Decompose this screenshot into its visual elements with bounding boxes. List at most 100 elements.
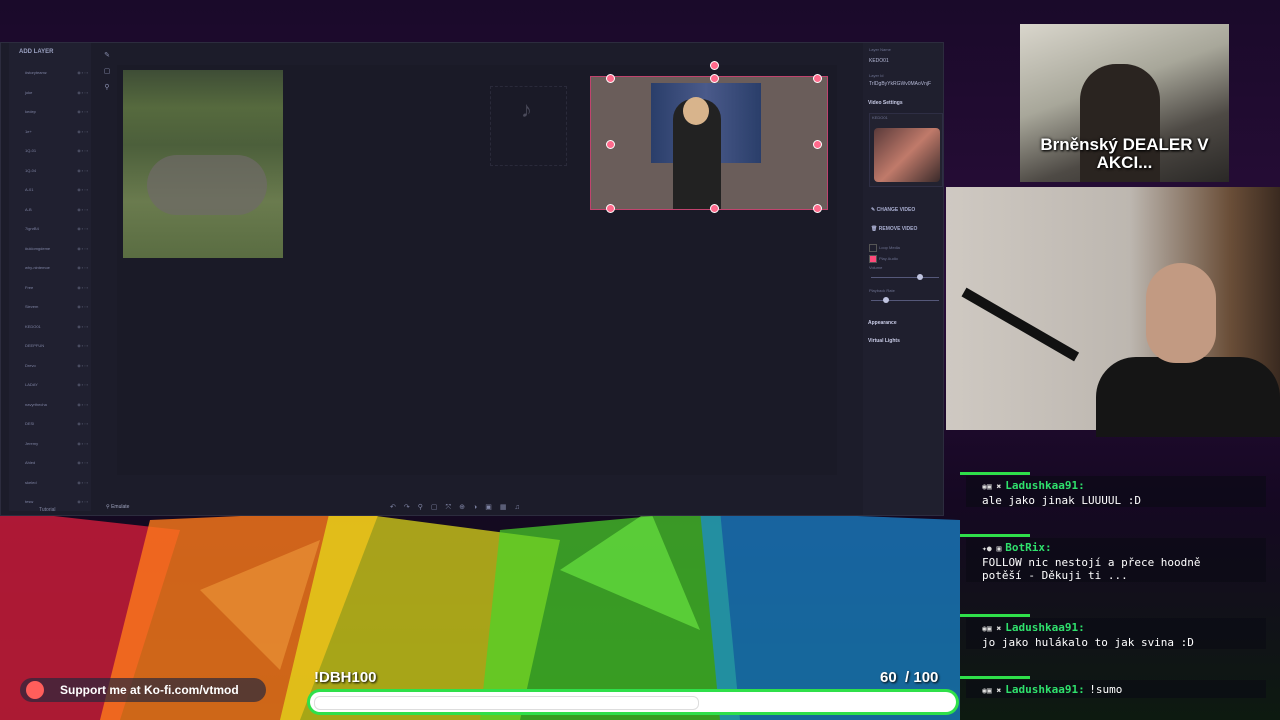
layer-action-icons[interactable]: ◉▪▫▪ — [77, 343, 89, 348]
selected-video-layer[interactable] — [590, 76, 828, 210]
grid-icon[interactable]: ▦ — [500, 504, 515, 511]
layer-action-icons[interactable]: ◉▪▫▪ — [77, 265, 89, 270]
play-audio-checkbox[interactable] — [869, 255, 877, 263]
layer-action-icons[interactable]: ◉▪▫▪ — [77, 480, 89, 485]
audio-layer[interactable]: ♪ — [490, 86, 567, 166]
layer-row[interactable]: Free ◉▪▫▪ — [17, 282, 95, 294]
layer-action-icons[interactable]: ◉▪▫▪ — [77, 285, 89, 290]
zoom-icon[interactable]: ⚲ — [418, 504, 431, 511]
layer-name: 1Q-04 — [25, 167, 37, 173]
playback-rate-slider[interactable] — [871, 297, 939, 303]
layer-row[interactable]: LADAY ◉▪▫▪ — [17, 379, 95, 391]
layer-row[interactable]: tesw ◉▪▫▪ — [17, 496, 95, 508]
layer-action-icons[interactable]: ◉▪▫▪ — [77, 148, 89, 153]
contrast-icon[interactable]: ◑ — [473, 504, 485, 511]
resize-handle-br[interactable] — [813, 204, 822, 213]
layer-row[interactable]: A-B ◉▪▫▪ — [17, 204, 95, 216]
layer-row[interactable]: joke ◉▪▫▪ — [17, 87, 95, 99]
layer-row[interactable]: skeled ◉▪▫▪ — [17, 477, 95, 489]
resize-handle-t[interactable] — [710, 74, 719, 83]
pen-icon[interactable]: ✎ — [101, 51, 113, 63]
resize-handle-r[interactable] — [813, 140, 822, 149]
layer-action-icons[interactable]: ◉▪▫▪ — [77, 499, 89, 504]
layer-action-icons[interactable]: ◉▪▫▪ — [77, 109, 89, 114]
goal-total: / 100 — [905, 669, 939, 686]
donkey-image-layer[interactable] — [123, 70, 283, 258]
layer-name: 7ignrB4 — [25, 226, 39, 231]
volume-knob[interactable] — [917, 274, 923, 280]
tutorial-link[interactable]: Tutorial — [39, 507, 56, 513]
layer-row[interactable]: Jeremy ◉▪▫▪ — [17, 438, 95, 450]
resize-handle-b[interactable] — [710, 204, 719, 213]
loop-media-label: Loop Media — [879, 245, 900, 250]
message-accent — [960, 614, 1030, 617]
resize-handle-l[interactable] — [606, 140, 615, 149]
microphone-arm — [961, 287, 1080, 362]
layer-row[interactable]: 1Q-04 ◉▪▫▪ — [17, 165, 95, 177]
volume-icon[interactable]: ♫ — [514, 504, 527, 511]
canvas-bottom-toolbar: ↶↷⚲▢⤧⊕◑▣▦♫ — [390, 503, 528, 512]
redo-icon[interactable]: ↷ — [404, 504, 418, 511]
emulate-button[interactable]: ⚲ Emulate — [106, 504, 129, 510]
volume-slider[interactable] — [871, 274, 939, 280]
layer-action-icons[interactable]: ◉▪▫▪ — [77, 421, 89, 426]
layer-name: DESI — [25, 421, 35, 426]
layer-action-icons[interactable]: ◉▪▫▪ — [77, 226, 89, 231]
resize-handle-tl[interactable] — [606, 74, 615, 83]
layer-row[interactable]: KEDO01 ◉▪▫▪ — [17, 321, 95, 333]
layer-action-icons[interactable]: ◉▪▫▪ — [77, 402, 89, 407]
zoom-in-icon[interactable]: ⊕ — [459, 504, 473, 511]
add-layer-button[interactable]: ADD LAYER — [19, 49, 53, 55]
layer-action-icons[interactable]: ◉▪▫▪ — [77, 460, 89, 465]
layer-row[interactable]: why-nintemoe ◉▪▫▪ — [17, 262, 95, 274]
layer-action-icons[interactable]: ◉▪▫▪ — [77, 70, 89, 75]
layer-action-icons[interactable]: ◉▪▫▪ — [77, 129, 89, 134]
rotate-handle[interactable] — [710, 61, 719, 70]
layer-action-icons[interactable]: ◉▪▫▪ — [77, 324, 89, 329]
layer-action-icons[interactable]: ◉▪▫▪ — [77, 382, 89, 387]
layer-row[interactable]: kedep ◉▪▫▪ — [17, 106, 95, 118]
camera-icon[interactable]: ▣ — [485, 504, 500, 511]
chat-text: FOLLOW nic nestojí a přece hoodně potěší… — [982, 556, 1201, 582]
person-icon[interactable]: ⚲ — [101, 83, 113, 95]
layer-action-icons[interactable]: ◉▪▫▪ — [77, 363, 89, 368]
layer-row[interactable]: DESI ◉▪▫▪ — [17, 418, 95, 430]
resize-handle-bl[interactable] — [606, 204, 615, 213]
layer-action-icons[interactable]: ◉▪▫▪ — [77, 246, 89, 251]
layer-row[interactable]: Ahled ◉▪▫▪ — [17, 457, 95, 469]
fit-icon[interactable]: ⤧ — [446, 504, 460, 511]
playback-rate-knob[interactable] — [883, 297, 889, 303]
chat-username: Ladushkaa91: — [1005, 479, 1085, 492]
layers-panel: ADD LAYER #storyteamz ◉▪▫▪ joke ◉▪▫▪ kedep ◉▪… — [9, 43, 91, 511]
emulate-label: Emulate — [111, 504, 130, 510]
crop-icon[interactable]: ▢ — [101, 67, 113, 79]
loop-media-checkbox[interactable] — [869, 244, 877, 252]
layer-action-icons[interactable]: ◉▪▫▪ — [77, 304, 89, 309]
layer-row[interactable]: Drevo ◉▪▫▪ — [17, 360, 95, 372]
remove-video-button[interactable]: 🗑 REMOVE VIDEO — [871, 226, 917, 232]
virtual-lights-section[interactable]: Virtual Lights — [868, 338, 900, 344]
layer-action-icons[interactable]: ◉▪▫▪ — [77, 168, 89, 173]
frame-icon[interactable]: ▢ — [431, 504, 446, 511]
layer-name-field[interactable]: KEDO01 — [869, 58, 889, 64]
layer-row[interactable]: DEEPFUN ◉▪▫▪ — [17, 340, 95, 352]
layer-row[interactable]: #uklomgdeme ◉▪▫▪ — [17, 243, 95, 255]
layer-row[interactable]: 7ignrB4 ◉▪▫▪ — [17, 223, 95, 235]
layer-row[interactable]: navyrthecha ◉▪▫▪ — [17, 399, 95, 411]
layer-action-icons[interactable]: ◉▪▫▪ — [77, 441, 89, 446]
layer-action-icons[interactable]: ◉▪▫▪ — [77, 187, 89, 192]
layer-row[interactable]: 1Q-01 ◉▪▫▪ — [17, 145, 95, 157]
change-video-button[interactable]: ✎ CHANGE VIDEO — [871, 207, 915, 213]
layer-name: Sievem — [25, 304, 39, 309]
layer-action-icons[interactable]: ◉▪▫▪ — [77, 90, 89, 95]
layer-row[interactable]: 1e+ ◉▪▫▪ — [17, 126, 95, 138]
layer-action-icons[interactable]: ◉▪▫▪ — [77, 207, 89, 212]
resize-handle-tr[interactable] — [813, 74, 822, 83]
layer-row[interactable]: Sievem ◉▪▫▪ — [17, 301, 95, 313]
kofi-banner[interactable]: Support me at Ko-fi.com/vtmod — [20, 678, 266, 702]
appearance-section[interactable]: Appearance — [868, 320, 897, 326]
undo-icon[interactable]: ↶ — [390, 504, 404, 511]
layer-row[interactable]: A-01 ◉▪▫▪ — [17, 184, 95, 196]
video-settings-heading: Video Settings — [868, 100, 903, 106]
layer-row[interactable]: #storyteamz ◉▪▫▪ — [17, 67, 95, 79]
